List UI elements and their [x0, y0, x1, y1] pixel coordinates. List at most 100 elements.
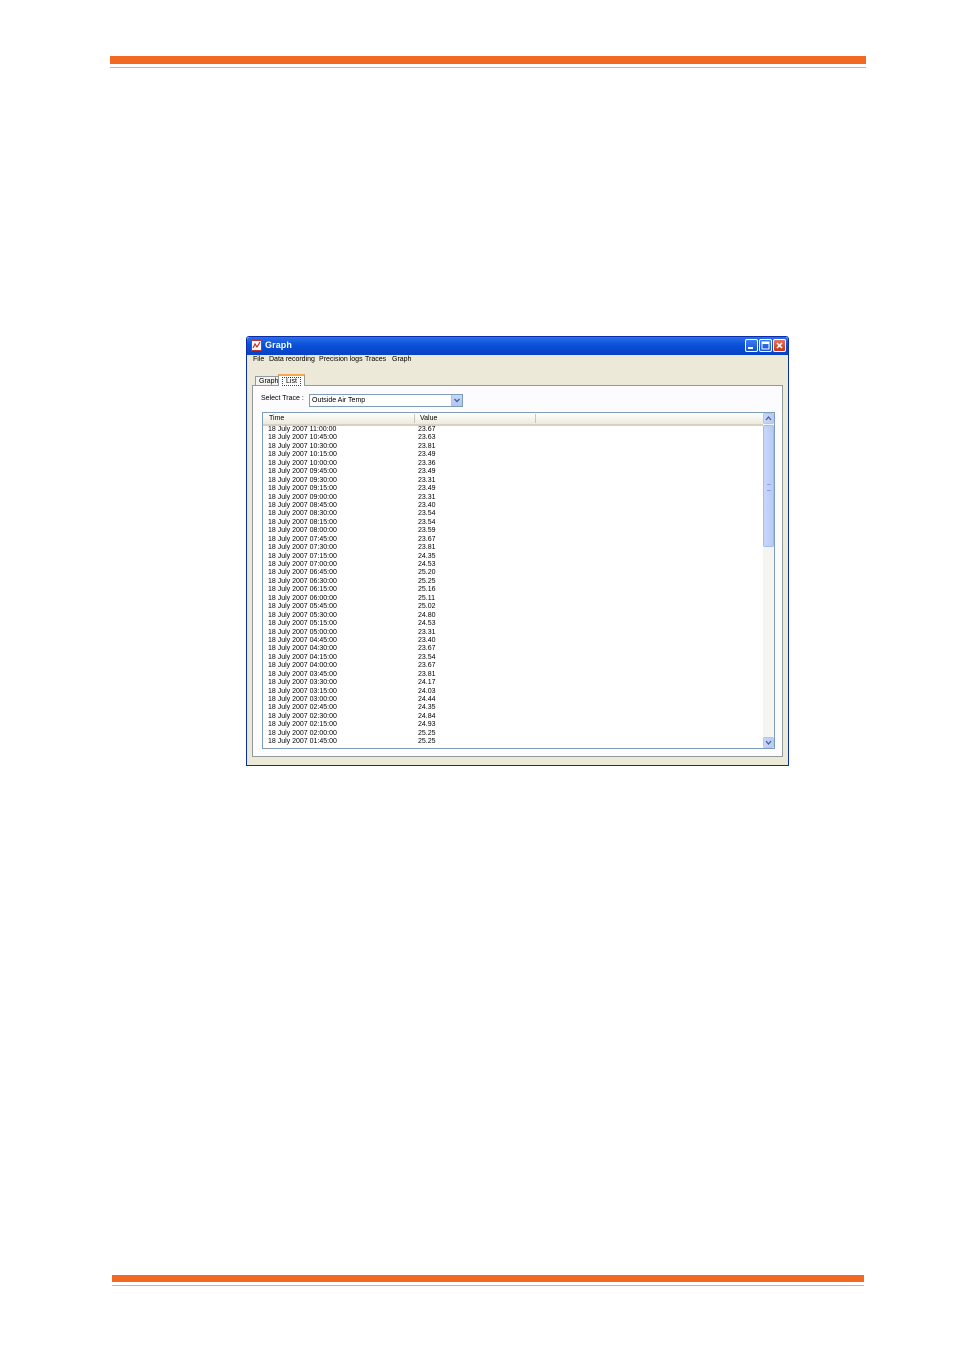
column-header-value[interactable]: Value: [420, 415, 437, 422]
footer-rule-line: [112, 1285, 864, 1286]
list-item[interactable]: 18 July 2007 03:00:00 24.44: [263, 696, 763, 704]
list-item[interactable]: 18 July 2007 03:30:00 24.17: [263, 679, 763, 687]
tab-list[interactable]: List: [278, 374, 305, 386]
cell-value: 25.25: [418, 577, 436, 585]
column-header-time[interactable]: Time: [269, 415, 284, 422]
select-trace-dropdown[interactable]: Outside Air Temp: [309, 394, 463, 407]
list-item[interactable]: 18 July 2007 10:15:00 23.49: [263, 451, 763, 459]
menu-data-recording[interactable]: Data recording: [269, 356, 315, 363]
list-item[interactable]: 18 July 2007 06:00:00 25.11: [263, 595, 763, 603]
cell-value: 24.84: [418, 712, 436, 720]
list-item[interactable]: 18 July 2007 09:45:00 23.49: [263, 468, 763, 476]
cell-time: 18 July 2007 08:15:00: [268, 518, 337, 526]
header-rule-bar: [110, 56, 866, 64]
cell-value: 25.25: [418, 738, 436, 746]
title-bar[interactable]: Graph: [247, 337, 788, 355]
graph-window: Graph File Data recording Precision logs…: [246, 336, 789, 766]
list-item[interactable]: 18 July 2007 05:30:00 24.80: [263, 612, 763, 620]
cell-time: 18 July 2007 09:30:00: [268, 476, 337, 484]
cell-time: 18 July 2007 08:30:00: [268, 510, 337, 518]
cell-time: 18 July 2007 11:00:00: [268, 426, 337, 433]
vertical-scrollbar[interactable]: [763, 413, 774, 748]
cell-time: 18 July 2007 07:30:00: [268, 544, 337, 552]
list-item[interactable]: 18 July 2007 09:30:00 23.31: [263, 477, 763, 485]
cell-value: 24.53: [418, 561, 436, 568]
cell-time: 18 July 2007 03:30:00: [268, 679, 337, 687]
cell-time: 18 July 2007 04:00:00: [268, 662, 337, 670]
list-item[interactable]: 18 July 2007 10:00:00 23.36: [263, 460, 763, 468]
column-divider[interactable]: [414, 414, 415, 423]
list-item[interactable]: 18 July 2007 07:15:00 24.35: [263, 553, 763, 561]
list-item[interactable]: 18 July 2007 07:00:00 24.53: [263, 561, 763, 569]
cell-value: 23.40: [418, 501, 436, 509]
list-item[interactable]: 18 July 2007 04:45:00 23.40: [263, 637, 763, 645]
list-item[interactable]: 18 July 2007 09:15:00 23.49: [263, 485, 763, 493]
cell-time: 18 July 2007 02:00:00: [268, 729, 337, 737]
list-item[interactable]: 18 July 2007 06:30:00 25.25: [263, 578, 763, 586]
cell-value: 23.36: [418, 459, 436, 467]
cell-time: 18 July 2007 04:30:00: [268, 645, 337, 653]
list-item[interactable]: 18 July 2007 07:45:00 23.67: [263, 536, 763, 544]
cell-time: 18 July 2007 09:15:00: [268, 485, 337, 493]
cell-value: 25.02: [418, 603, 436, 611]
list-item[interactable]: 18 July 2007 10:45:00 23.63: [263, 434, 763, 442]
list-item[interactable]: 18 July 2007 02:45:00 24.35: [263, 704, 763, 712]
cell-value: 23.67: [418, 426, 436, 433]
list-item[interactable]: 18 July 2007 08:15:00 23.54: [263, 519, 763, 527]
list-item[interactable]: 18 July 2007 02:00:00 25.25: [263, 730, 763, 738]
cell-value: 24.44: [418, 696, 436, 703]
trace-list-view[interactable]: Time Value 18 July 2007 11:00:00 23.67 18 …: [262, 412, 775, 749]
cell-value: 23.54: [418, 510, 436, 518]
cell-value: 23.54: [418, 518, 436, 526]
menu-traces[interactable]: Traces: [365, 356, 386, 363]
list-item[interactable]: 18 July 2007 05:15:00 24.53: [263, 620, 763, 628]
window-title: Graph: [265, 340, 293, 350]
cell-time: 18 July 2007 02:45:00: [268, 704, 337, 712]
list-item[interactable]: 18 July 2007 02:30:00 24.84: [263, 713, 763, 721]
list-item[interactable]: 18 July 2007 01:45:00 25.25: [263, 738, 763, 746]
scrollbar-thumb[interactable]: [763, 425, 774, 547]
cell-value: 24.35: [418, 552, 436, 560]
maximize-icon[interactable]: [759, 339, 772, 352]
list-item[interactable]: 18 July 2007 02:15:00 24.93: [263, 721, 763, 729]
list-item[interactable]: 18 July 2007 04:00:00 23.67: [263, 662, 763, 670]
list-item[interactable]: 18 July 2007 09:00:00 23.31: [263, 494, 763, 502]
cell-time: 18 July 2007 10:00:00: [268, 459, 337, 467]
list-item[interactable]: 18 July 2007 07:30:00 23.81: [263, 544, 763, 552]
scroll-down-arrow-icon[interactable]: [763, 737, 774, 748]
list-header: Time Value: [263, 413, 763, 426]
menu-file[interactable]: File: [253, 356, 264, 363]
cell-time: 18 July 2007 06:15:00: [268, 586, 337, 594]
cell-time: 18 July 2007 05:15:00: [268, 620, 337, 628]
list-item[interactable]: 18 July 2007 06:45:00 25.20: [263, 569, 763, 577]
close-icon[interactable]: [773, 339, 786, 352]
cell-time: 18 July 2007 04:15:00: [268, 653, 337, 661]
list-item[interactable]: 18 July 2007 05:00:00 23.31: [263, 629, 763, 637]
cell-value: 25.11: [418, 594, 435, 602]
minimize-icon[interactable]: [745, 339, 758, 352]
cell-value: 23.67: [418, 645, 436, 653]
list-item[interactable]: 18 July 2007 03:45:00 23.81: [263, 671, 763, 679]
cell-time: 18 July 2007 06:30:00: [268, 577, 337, 585]
list-item[interactable]: 18 July 2007 05:45:00 25.02: [263, 603, 763, 611]
cell-time: 18 July 2007 10:15:00: [268, 451, 337, 459]
cell-value: 23.59: [418, 527, 436, 535]
list-item[interactable]: 18 July 2007 08:30:00 23.54: [263, 510, 763, 518]
list-item[interactable]: 18 July 2007 11:00:00 23.67: [263, 426, 763, 434]
list-item[interactable]: 18 July 2007 08:00:00 23.59: [263, 527, 763, 535]
menu-graph[interactable]: Graph: [392, 356, 411, 363]
list-item[interactable]: 18 July 2007 08:45:00 23.40: [263, 502, 763, 510]
scroll-up-arrow-icon[interactable]: [763, 413, 774, 424]
cell-value: 23.49: [418, 485, 436, 493]
list-item[interactable]: 18 July 2007 10:30:00 23.81: [263, 443, 763, 451]
menu-precision-logs[interactable]: Precision logs: [319, 356, 363, 363]
list-item[interactable]: 18 July 2007 04:30:00 23.67: [263, 645, 763, 653]
column-divider[interactable]: [535, 414, 536, 423]
list-item[interactable]: 18 July 2007 03:15:00 24.03: [263, 688, 763, 696]
cell-time: 18 July 2007 01:45:00: [268, 738, 337, 746]
list-item[interactable]: 18 July 2007 04:15:00 23.54: [263, 654, 763, 662]
chevron-down-icon[interactable]: [451, 395, 462, 406]
cell-value: 25.16: [418, 586, 436, 594]
tab-graph-label: Graph: [259, 378, 279, 385]
list-item[interactable]: 18 July 2007 06:15:00 25.16: [263, 586, 763, 594]
